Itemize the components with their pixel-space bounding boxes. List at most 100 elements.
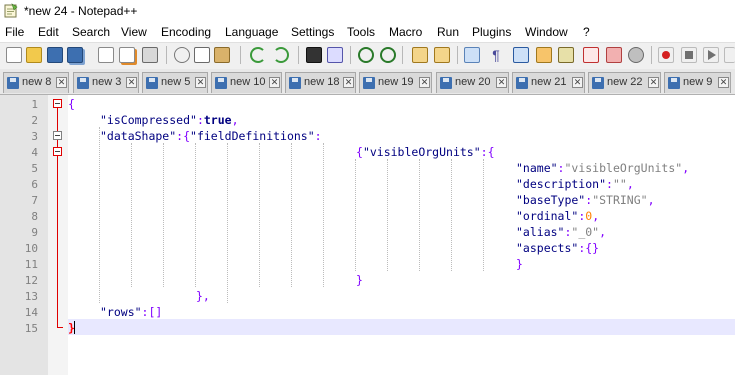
indent-guide (227, 143, 228, 303)
sync-vertical-icon[interactable] (412, 47, 428, 63)
close-all-icon[interactable] (119, 47, 135, 63)
tab-close-icon[interactable]: ✕ (648, 77, 659, 88)
code-token: { (356, 145, 363, 159)
tab-new-10[interactable]: new 10 ✕ (211, 72, 282, 93)
tab-new-8[interactable]: new 8 ✕ (3, 72, 69, 93)
menu-view[interactable]: View (121, 25, 147, 39)
code-token: "rows" (100, 305, 142, 319)
line-number: 13 (24, 290, 38, 303)
menu-language[interactable]: Language (225, 25, 278, 39)
paste-icon[interactable] (214, 47, 230, 63)
tab-close-icon[interactable]: ✕ (572, 77, 583, 88)
function-list-icon[interactable] (558, 47, 574, 63)
code-token: :{ (480, 145, 495, 159)
open-file-icon[interactable] (26, 47, 42, 63)
tab-new-3[interactable]: new 3 ✕ (73, 72, 139, 93)
current-line-highlight (68, 319, 735, 335)
tab-new-5[interactable]: new 5 ✕ (142, 72, 208, 93)
save-all-icon[interactable] (67, 47, 83, 63)
replace-icon[interactable] (327, 47, 343, 63)
fold-toggle-icon[interactable] (53, 147, 62, 156)
save-icon[interactable] (47, 47, 63, 63)
editor-area[interactable]: 1 2 3 4 5 6 7 8 9 10 11 12 13 14 15 {"isCompressed":tr… (0, 95, 735, 375)
cut-icon[interactable] (174, 47, 190, 63)
code-token: :[] (141, 305, 163, 319)
tab-new-9[interactable]: new 9 ✕ (664, 72, 731, 93)
menu-edit[interactable]: Edit (38, 25, 59, 39)
close-icon[interactable] (98, 47, 114, 63)
zoom-in-icon[interactable] (358, 47, 374, 63)
indent-guide (323, 143, 324, 287)
title-bar: *new 24 - Notepad++ (0, 0, 735, 22)
menu-tools[interactable]: Tools (347, 25, 375, 39)
tab-close-icon[interactable]: ✕ (269, 77, 280, 88)
tab-close-icon[interactable]: ✕ (419, 77, 430, 88)
code-token: : (314, 129, 322, 143)
menu-plugins[interactable]: Plugins (472, 25, 511, 39)
tab-close-icon[interactable]: ✕ (195, 77, 206, 88)
fold-toggle-icon[interactable] (53, 131, 62, 140)
code-token: "" (612, 177, 627, 191)
code-token: } (356, 273, 363, 287)
indent-guide (163, 143, 164, 287)
menu-search[interactable]: Search (72, 25, 110, 39)
line-number: 3 (31, 130, 38, 143)
indent-guide (99, 127, 100, 303)
menu-bar: File Edit Search View Encoding Language … (0, 22, 735, 42)
word-wrap-icon[interactable] (464, 47, 480, 63)
code-token: , (682, 161, 690, 175)
tab-new-20[interactable]: new 20 ✕ (436, 72, 509, 93)
code-token: :{} (578, 241, 600, 255)
indent-guide-icon[interactable] (513, 47, 529, 63)
code-token: , (599, 225, 607, 239)
tab-close-icon[interactable]: ✕ (496, 77, 507, 88)
all-characters-icon[interactable]: ¶ (488, 47, 504, 63)
new-file-icon[interactable] (6, 47, 22, 63)
menu-encoding[interactable]: Encoding (161, 25, 211, 39)
record-macro-icon[interactable] (658, 47, 674, 63)
saved-file-icon (77, 77, 89, 89)
code-line: "rows":[] (100, 305, 162, 319)
toolbar-separator (402, 46, 403, 64)
indent-guide (451, 159, 452, 271)
menu-run[interactable]: Run (437, 25, 459, 39)
tab-label: new 10 (230, 76, 266, 88)
tab-close-icon[interactable]: ✕ (56, 77, 67, 88)
tab-label: new 21 (531, 76, 567, 88)
undo-icon[interactable] (250, 47, 266, 63)
playback-icon[interactable] (703, 47, 719, 63)
stop-recording-icon[interactable] (681, 47, 697, 63)
run-macro-icon[interactable] (724, 47, 735, 63)
notepad-plus-plus-icon (4, 3, 18, 18)
folder-as-workspace-icon[interactable] (583, 47, 599, 63)
tab-new-18[interactable]: new 18 ✕ (285, 72, 356, 93)
saved-file-icon (668, 77, 680, 89)
menu-help[interactable]: ? (583, 25, 590, 39)
menu-settings[interactable]: Settings (291, 25, 334, 39)
tab-close-icon[interactable]: ✕ (343, 77, 354, 88)
redo-icon[interactable] (273, 47, 289, 63)
menu-window[interactable]: Window (525, 25, 568, 39)
tab-close-icon[interactable]: ✕ (718, 77, 729, 88)
toolbar-separator (350, 46, 351, 64)
tab-close-icon[interactable]: ✕ (126, 77, 137, 88)
print-icon[interactable] (142, 47, 158, 63)
document-map-icon[interactable] (536, 47, 552, 63)
copy-icon[interactable] (194, 47, 210, 63)
find-icon[interactable] (306, 47, 322, 63)
folder-icon[interactable] (606, 47, 622, 63)
zoom-out-icon[interactable] (380, 47, 396, 63)
code-token: "visibleOrgUnits" (564, 161, 683, 175)
code-line: } (356, 273, 363, 287)
tab-new-19[interactable]: new 19 ✕ (359, 72, 432, 93)
menu-file[interactable]: File (5, 25, 24, 39)
indent-guide (259, 143, 260, 287)
tab-new-22[interactable]: new 22 ✕ (588, 72, 661, 93)
tab-new-21[interactable]: new 21 ✕ (512, 72, 585, 93)
sync-horizontal-icon[interactable] (434, 47, 450, 63)
monitoring-icon[interactable] (628, 47, 644, 63)
toolbar-separator (651, 46, 652, 64)
line-number: 4 (31, 146, 38, 159)
menu-macro[interactable]: Macro (389, 25, 422, 39)
fold-toggle-icon[interactable] (53, 99, 62, 108)
